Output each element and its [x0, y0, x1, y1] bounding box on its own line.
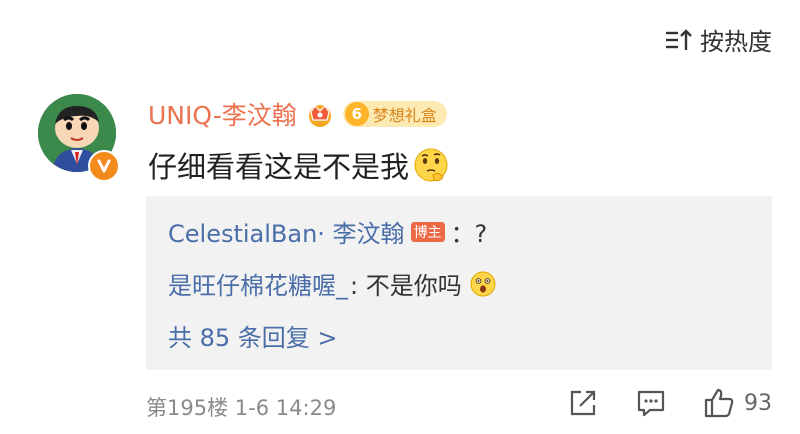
reply-item: 是旺仔棉花糖喔_ : 不是你吗 — [168, 266, 496, 301]
comment-text: 仔细看看这是不是我 — [148, 150, 410, 184]
dream-gift-badge[interactable]: 6 梦想礼盒 — [342, 101, 447, 127]
more-replies-label: 共 85 条回复 > — [168, 324, 338, 352]
comment-body: 仔细看看这是不是我 — [148, 144, 449, 186]
reply-author[interactable]: 是旺仔棉花糖喔_ — [168, 266, 348, 301]
like-count: 93 — [744, 390, 772, 416]
sort-icon — [666, 28, 692, 50]
reply-preview[interactable]: CelestialBan· 李汶翰 博主 ：? 是旺仔棉花糖喔_ : 不是你吗 … — [146, 196, 772, 370]
thinking-emoji-icon — [414, 148, 448, 182]
host-badge: 博主 — [410, 221, 445, 242]
verified-icon — [88, 150, 120, 182]
like-button[interactable]: 93 — [702, 386, 772, 420]
username[interactable]: UNIQ-李汶翰 — [148, 96, 297, 132]
sort-toggle[interactable]: 按热度 — [664, 22, 772, 57]
comment-date: 1-6 — [234, 396, 270, 420]
reply-author[interactable]: CelestialBan· 李汶翰 — [168, 214, 405, 249]
badge-level: 6 — [344, 102, 369, 126]
more-replies-link[interactable]: 共 85 条回复 > — [168, 318, 338, 353]
badge-label: 梦想礼盒 — [372, 106, 437, 125]
comment-actions: 93 — [566, 386, 772, 420]
reply-text: ：? — [450, 220, 488, 248]
comment-icon[interactable] — [634, 386, 668, 420]
comment-time: 14:29 — [275, 396, 337, 420]
floor-number: 第195楼 — [146, 396, 229, 420]
vip-crown-icon — [308, 105, 331, 127]
comment-meta: 第195楼 1-6 14:29 — [146, 392, 336, 422]
thumbs-up-icon — [704, 388, 734, 418]
shocked-emoji-icon — [470, 271, 496, 296]
reply-text: : 不是你吗 — [350, 272, 462, 300]
comment-header: UNIQ-李汶翰 6 梦想礼盒 — [148, 96, 447, 132]
share-icon[interactable] — [566, 386, 600, 420]
sort-label: 按热度 — [700, 28, 772, 56]
reply-item: CelestialBan· 李汶翰 博主 ：? — [168, 214, 487, 249]
